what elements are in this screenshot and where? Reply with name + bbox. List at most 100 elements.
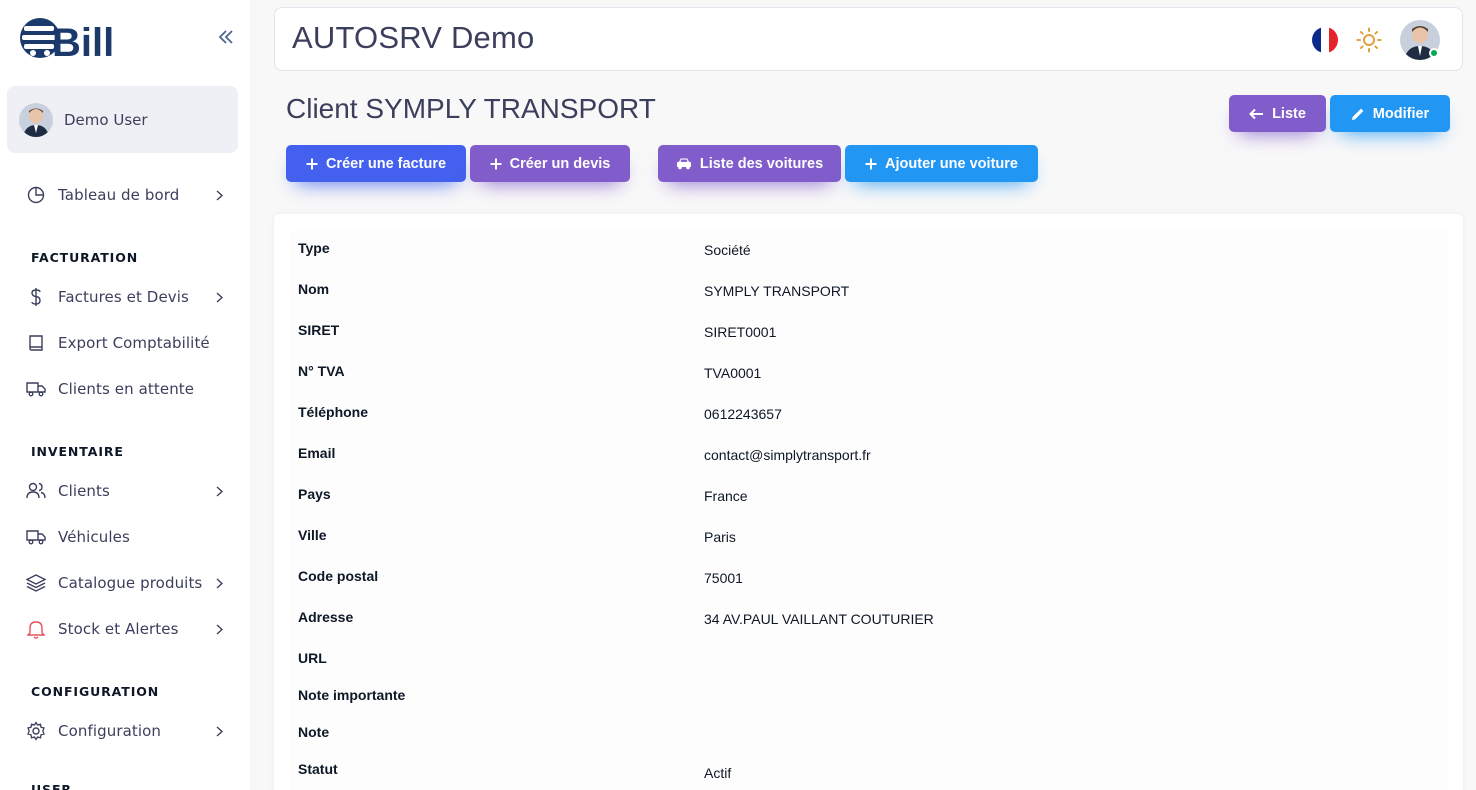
chevron-right-icon	[213, 725, 225, 737]
detail-row-note-importante: Note importante	[290, 677, 1447, 715]
liste-button-label: Liste	[1272, 105, 1306, 122]
detail-label: Ville	[298, 527, 327, 543]
detail-label: URL	[298, 650, 327, 666]
nav-label: Véhicules	[58, 528, 130, 546]
detail-row-siret: SIRET SIRET0001	[290, 312, 1447, 350]
liste-button[interactable]: Liste	[1229, 95, 1326, 132]
logo-text: Bill	[52, 21, 114, 65]
detail-label: Adresse	[298, 609, 354, 625]
detail-row-tva: N° TVA TVA0001	[290, 353, 1447, 391]
dollar-icon	[25, 286, 47, 308]
detail-row-type: Type Société	[290, 230, 1447, 268]
bell-icon	[25, 618, 47, 640]
pencil-icon	[1351, 107, 1365, 121]
detail-value: SIRET0001	[704, 324, 777, 340]
truck-icon	[25, 378, 47, 400]
plus-icon	[865, 158, 877, 170]
detail-label: SIRET	[298, 322, 340, 338]
nav-label: Factures et Devis	[58, 288, 189, 306]
detail-row-pays: Pays France	[290, 476, 1447, 514]
detail-value: France	[704, 488, 748, 504]
nav-label: Stock et Alertes	[58, 620, 179, 638]
detail-label: Nom	[298, 281, 330, 297]
section-inventaire: INVENTAIRE	[31, 444, 124, 459]
french-flag-icon[interactable]	[1312, 27, 1338, 53]
car-icon	[676, 157, 692, 170]
user-card[interactable]: Demo User	[7, 86, 238, 153]
modifier-button-label: Modifier	[1372, 105, 1430, 122]
detail-row-note: Note	[290, 714, 1447, 752]
detail-value: Paris	[704, 529, 736, 545]
nav-export-comptabilite[interactable]: Export Comptabilité	[25, 330, 225, 356]
nav-tableau-de-bord[interactable]: Tableau de bord	[25, 182, 225, 208]
nav-label: Clients en attente	[58, 380, 195, 398]
section-configuration: CONFIGURATION	[31, 684, 160, 699]
nav-catalogue-produits[interactable]: Catalogue produits	[25, 570, 225, 596]
detail-row-statut: Statut Actif	[290, 751, 1447, 789]
nav-label: Clients	[58, 482, 110, 500]
detail-row-code-postal: Code postal 75001	[290, 558, 1447, 596]
nav-clients[interactable]: Clients	[25, 478, 225, 504]
layers-icon	[25, 572, 47, 594]
page-title: Client SYMPLY TRANSPORT	[286, 93, 656, 124]
ajouter-voiture-button[interactable]: Ajouter une voiture	[845, 145, 1038, 182]
double-chevron-left-icon	[218, 30, 233, 44]
nav-clients-en-attente[interactable]: Clients en attente	[25, 376, 225, 402]
liste-voitures-button[interactable]: Liste des voitures	[658, 145, 841, 182]
chevron-right-icon	[213, 485, 225, 497]
plus-icon	[490, 158, 502, 170]
ajouter-voiture-label: Ajouter une voiture	[885, 155, 1018, 172]
nav-factures-et-devis[interactable]: Factures et Devis	[25, 284, 225, 310]
app-logo[interactable]: Bill	[18, 10, 122, 66]
detail-value: SYMPLY TRANSPORT	[704, 283, 850, 299]
creer-facture-button[interactable]: Créer une facture	[286, 145, 466, 182]
nav-label: Catalogue produits	[58, 574, 203, 592]
arrow-left-icon	[1249, 108, 1264, 120]
nav-stock-et-alertes[interactable]: Stock et Alertes	[25, 616, 225, 642]
detail-label: Statut	[298, 761, 338, 777]
client-details-card: Type Société Nom SYMPLY TRANSPORT SIRET SIR…	[274, 214, 1463, 790]
chevron-right-icon	[213, 577, 225, 589]
detail-row-telephone: Téléphone 0612243657	[290, 394, 1447, 432]
detail-label: Type	[298, 240, 330, 256]
nav-label: Export Comptabilité	[58, 334, 210, 352]
creer-devis-button[interactable]: Créer un devis	[470, 145, 630, 182]
detail-label: Email	[298, 445, 336, 461]
sun-icon[interactable]	[1356, 27, 1382, 53]
liste-voitures-label: Liste des voitures	[699, 155, 824, 172]
chevron-right-icon	[213, 291, 225, 303]
detail-row-nom: Nom SYMPLY TRANSPORT	[290, 271, 1447, 309]
nav-vehicules[interactable]: Véhicules	[25, 524, 225, 550]
user-avatar	[19, 102, 53, 137]
plus-icon	[306, 158, 318, 170]
sidebar: Bill Demo User Tableau de bord FACTURATI…	[0, 0, 250, 790]
creer-facture-label: Créer une facture	[325, 155, 447, 172]
detail-label: Téléphone	[298, 404, 369, 420]
modifier-button[interactable]: Modifier	[1330, 95, 1450, 132]
detail-label: N° TVA	[298, 363, 345, 379]
online-status-indicator	[1429, 48, 1439, 58]
nav-label: Configuration	[58, 722, 162, 740]
detail-row-email: Email contact@simplytransport.fr	[290, 435, 1447, 473]
nav-configuration[interactable]: Configuration	[25, 718, 225, 744]
detail-value: Société	[704, 242, 751, 258]
users-icon	[25, 480, 47, 502]
section-user: USER	[31, 782, 72, 790]
detail-label: Pays	[298, 486, 331, 502]
detail-row-adresse: Adresse 34 AV.PAUL VAILLANT COUTURIER	[290, 599, 1447, 637]
nav-label: Tableau de bord	[58, 186, 180, 204]
detail-label: Note importante	[298, 687, 406, 703]
gear-icon	[25, 720, 47, 742]
detail-row-ville: Ville Paris	[290, 517, 1447, 555]
detail-value: Actif	[704, 765, 732, 781]
collapse-sidebar-button[interactable]	[214, 26, 238, 48]
book-icon	[25, 332, 47, 354]
profile-avatar[interactable]	[1400, 20, 1440, 60]
detail-value: contact@simplytransport.fr	[704, 447, 871, 463]
detail-value: 34 AV.PAUL VAILLANT COUTURIER	[704, 611, 934, 627]
truck-icon	[25, 526, 47, 548]
detail-value: 75001	[704, 570, 743, 586]
creer-devis-label: Créer un devis	[509, 155, 611, 172]
chevron-right-icon	[213, 189, 225, 201]
user-name: Demo User	[64, 110, 148, 129]
